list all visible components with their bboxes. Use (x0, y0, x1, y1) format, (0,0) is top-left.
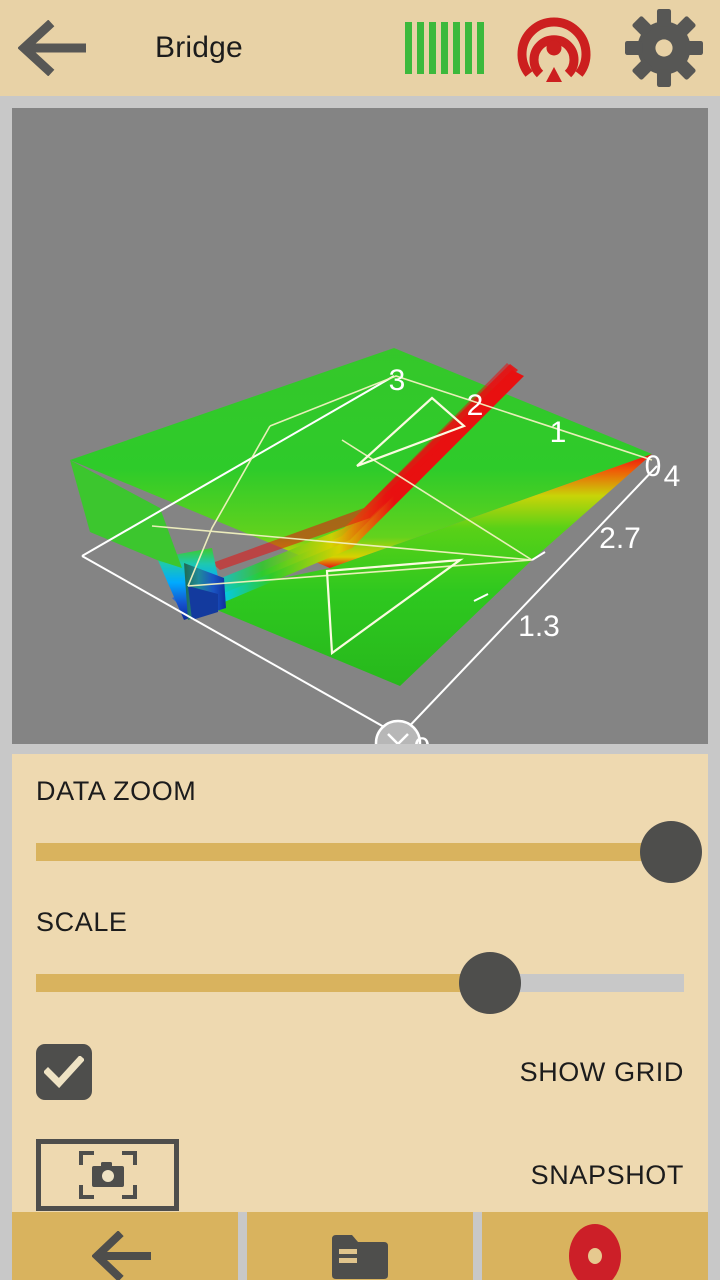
signal-bars-icon (404, 22, 484, 74)
arrow-left-icon (92, 1231, 151, 1280)
data-zoom-label: DATA ZOOM (36, 776, 197, 806)
nav-record-button[interactable] (482, 1212, 708, 1280)
axis-y-label-4: 4 (664, 460, 681, 493)
header-back-button[interactable] (0, 0, 110, 96)
axis-x-label-1: 1 (550, 416, 567, 449)
record-icon (569, 1224, 621, 1280)
scale-slider[interactable] (36, 952, 684, 1014)
signal-status-button[interactable] (398, 0, 490, 96)
bottom-nav-bar (12, 1212, 708, 1280)
snapshot-label: SNAPSHOT (530, 1159, 684, 1190)
axis-y-label-1-3: 1.3 (518, 610, 560, 643)
axis-x-label-3: 3 (389, 364, 406, 397)
show-grid-checkbox[interactable] (36, 1044, 92, 1100)
controls-panel: DATA ZOOM SCALE SHOW GRID SNAPSHOT (12, 754, 708, 1212)
check-icon (44, 1056, 84, 1088)
scale-fill (36, 974, 490, 992)
surface-plot-viewport[interactable]: 3 2 1 0 4 2.7 1.3 0 (12, 108, 708, 744)
header-bar: Bridge (0, 0, 720, 96)
page-title: Bridge (155, 31, 243, 64)
scale-label: SCALE (36, 907, 128, 937)
nav-folder-button[interactable] (247, 1212, 473, 1280)
gear-icon (625, 9, 703, 87)
app-root: Bridge 3 2 1 0 4 2.7 1.3 DATA ZOOM SCALE… (0, 0, 720, 1280)
folder-icon (332, 1235, 388, 1279)
nav-back-button[interactable] (12, 1212, 238, 1280)
camera-icon (78, 1151, 137, 1199)
data-zoom-fill (36, 843, 652, 861)
surface-plot-canvas[interactable]: 3 2 1 0 4 2.7 1.3 0 (12, 108, 708, 744)
axis-y-label-0: 0 (414, 732, 431, 744)
snapshot-row: SNAPSHOT (36, 1138, 684, 1212)
data-zoom-thumb[interactable] (640, 821, 703, 883)
show-grid-row: SHOW GRID (36, 1036, 684, 1108)
show-grid-label: SHOW GRID (519, 1056, 684, 1087)
data-zoom-slider[interactable] (36, 821, 703, 883)
axis-y-label-2-7: 2.7 (599, 522, 641, 555)
scale-thumb[interactable] (458, 952, 521, 1014)
arrow-left-icon (18, 20, 86, 76)
settings-button[interactable] (618, 0, 710, 96)
axis-x-label-0: 0 (645, 450, 662, 483)
broadcast-icon (517, 17, 591, 82)
header-icon-group (398, 0, 710, 96)
snapshot-button[interactable] (36, 1139, 179, 1211)
broadcast-button[interactable] (508, 0, 600, 96)
axis-x-label-2: 2 (467, 389, 484, 422)
